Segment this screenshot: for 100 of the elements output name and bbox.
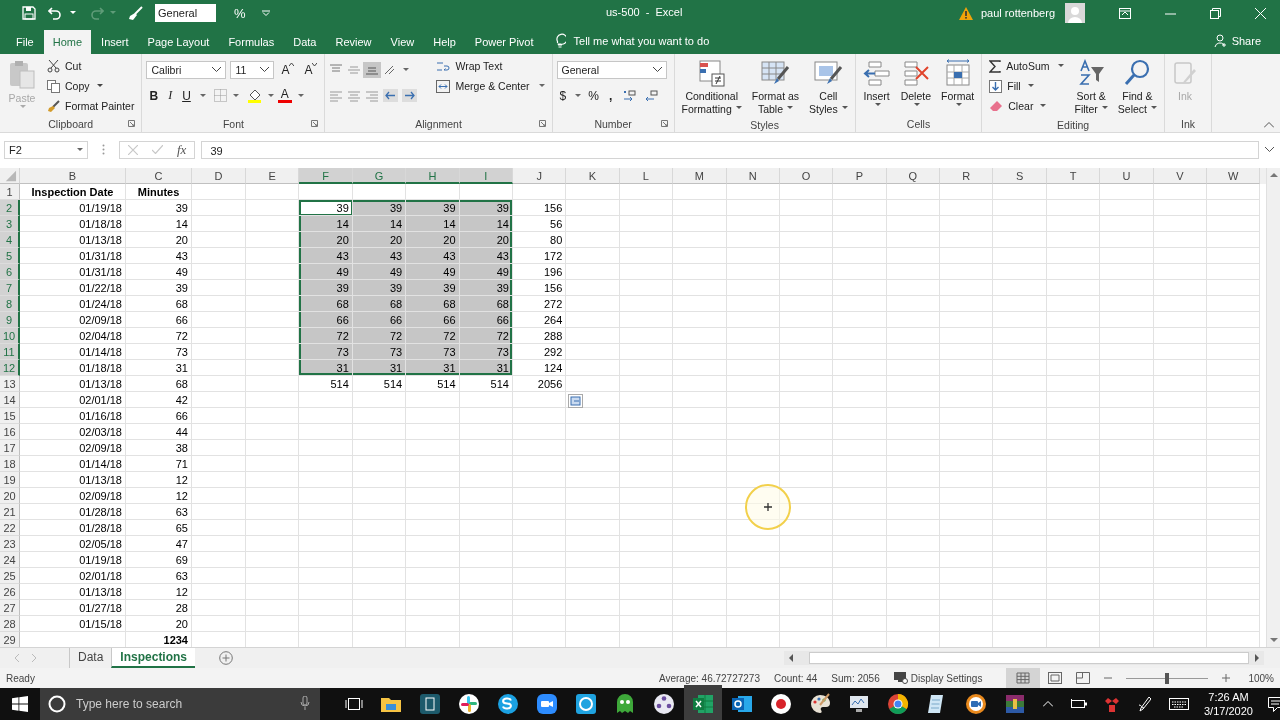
- ribbon-tab[interactable]: Help: [424, 29, 465, 54]
- scroll-down-icon[interactable]: [1269, 638, 1278, 643]
- ribbon-display-icon[interactable]: [1119, 7, 1131, 19]
- merge-center-button[interactable]: Merge & Center: [433, 76, 548, 96]
- count-readout[interactable]: Count: 44: [773, 672, 818, 684]
- lightbulb-icon[interactable]: [553, 31, 566, 48]
- close-icon[interactable]: [1255, 7, 1266, 19]
- caret-icon[interactable]: [70, 11, 76, 16]
- column-header[interactable]: T: [1046, 167, 1101, 184]
- dialog-launcher-icon[interactable]: [311, 119, 319, 127]
- caret-icon[interactable]: [232, 93, 239, 98]
- find-select-button[interactable]: Find & Select: [1114, 56, 1160, 118]
- clock-date[interactable]: 3/17/2020: [1204, 704, 1253, 718]
- align-bottom-icon[interactable]: [363, 61, 382, 78]
- microphone-icon[interactable]: [300, 696, 310, 711]
- ribbon-tab[interactable]: Home: [43, 29, 92, 54]
- format-cells-button[interactable]: Format: [938, 56, 978, 109]
- film-reel-icon[interactable]: [652, 693, 675, 715]
- pen-icon[interactable]: [1137, 696, 1151, 712]
- restore-icon[interactable]: [1210, 7, 1221, 19]
- caret-icon[interactable]: [199, 93, 206, 98]
- ribbon-tab[interactable]: Page Layout: [138, 29, 219, 54]
- shrink-font-button[interactable]: A: [301, 60, 321, 79]
- font-size-dropdown[interactable]: 11: [230, 60, 275, 79]
- sort-filter-button[interactable]: Sort & Filter: [1071, 56, 1111, 118]
- number-format-dropdown[interactable]: General: [556, 60, 667, 79]
- column-header[interactable]: L: [619, 167, 674, 184]
- decrease-indent-icon[interactable]: [383, 89, 399, 103]
- copy-button[interactable]: Copy: [44, 76, 138, 96]
- pinwheel-icon[interactable]: [457, 693, 480, 715]
- save-icon[interactable]: [22, 6, 36, 21]
- column-header[interactable]: C: [126, 167, 192, 184]
- checkmark-icon[interactable]: [152, 145, 163, 155]
- increase-indent-icon[interactable]: [402, 89, 418, 103]
- ribbon-tab[interactable]: Data: [284, 29, 326, 54]
- delete-cells-button[interactable]: Delete: [897, 56, 934, 109]
- column-header[interactable]: O: [779, 167, 834, 184]
- column-header[interactable]: S: [993, 167, 1047, 184]
- percent-button[interactable]: %: [234, 5, 246, 21]
- dialog-launcher-icon[interactable]: [128, 119, 136, 127]
- ribbon-tab[interactable]: File: [7, 29, 43, 54]
- palette-icon[interactable]: [808, 693, 831, 715]
- browser-icon[interactable]: [886, 693, 909, 715]
- page-layout-icon[interactable]: [1048, 672, 1063, 684]
- notification-badge-icon[interactable]: [1105, 696, 1119, 712]
- column-header[interactable]: I: [459, 167, 513, 184]
- keyboard-icon[interactable]: [1169, 698, 1189, 710]
- zoom-in-icon[interactable]: [1222, 674, 1231, 682]
- comma-style-button[interactable]: ,: [605, 86, 616, 105]
- dialog-launcher-icon[interactable]: [660, 119, 668, 127]
- column-header[interactable]: W: [1207, 167, 1261, 184]
- column-header[interactable]: N: [726, 167, 780, 184]
- chat-bubble-icon[interactable]: [496, 693, 519, 715]
- number-format-field[interactable]: General: [155, 4, 216, 23]
- mail-icon[interactable]: [730, 693, 753, 715]
- column-header[interactable]: J: [512, 167, 567, 184]
- insert-cells-button[interactable]: Insert: [859, 56, 894, 109]
- formula-input[interactable]: 39: [201, 140, 1259, 159]
- ribbon-tab[interactable]: Review: [326, 29, 381, 54]
- format-painter-button[interactable]: Format Painter: [44, 96, 138, 116]
- scroll-up-icon[interactable]: [1269, 171, 1278, 177]
- tell-me-search[interactable]: Tell me what you want to do: [573, 27, 710, 54]
- column-header[interactable]: F: [299, 167, 353, 184]
- increase-decimal-icon[interactable]: [623, 89, 638, 102]
- grow-font-button[interactable]: A: [278, 60, 298, 79]
- clock-time[interactable]: 7:26 AM: [1208, 690, 1249, 704]
- column-header[interactable]: Q: [886, 167, 941, 184]
- chevron-up-icon[interactable]: [1043, 701, 1053, 707]
- page-break-icon[interactable]: [1076, 672, 1091, 684]
- font-color-button[interactable]: A: [277, 88, 292, 104]
- currency-button[interactable]: $: [556, 86, 570, 105]
- undo-icon[interactable]: [48, 6, 64, 21]
- bold-button[interactable]: B: [146, 86, 162, 105]
- column-header[interactable]: D: [192, 167, 246, 184]
- caret-icon[interactable]: [575, 93, 582, 98]
- fill-color-icon[interactable]: [246, 88, 262, 104]
- italic-button[interactable]: I: [165, 86, 176, 105]
- conditional-formatting-button[interactable]: Conditional Formatting: [678, 56, 745, 118]
- caret-icon[interactable]: [267, 93, 274, 98]
- percent-style-button[interactable]: %: [585, 86, 602, 105]
- drag-handle-icon[interactable]: [102, 144, 105, 156]
- paintbrush-icon[interactable]: [128, 5, 143, 21]
- task-view-icon[interactable]: [344, 696, 363, 712]
- cell-styles-button[interactable]: Cell Styles: [806, 56, 851, 118]
- normal-view-icon[interactable]: [1006, 668, 1041, 688]
- start-icon[interactable]: [12, 696, 28, 712]
- scroll-left-icon[interactable]: [788, 654, 793, 662]
- horizontal-scrollbar[interactable]: [784, 651, 1264, 665]
- taskbar-search-field[interactable]: Type here to search: [40, 688, 320, 720]
- column-header[interactable]: V: [1153, 167, 1208, 184]
- wrap-text-button[interactable]: Wrap Text: [433, 56, 548, 76]
- average-readout[interactable]: Average: 46.72727273: [658, 672, 760, 684]
- zoom-slider-thumb[interactable]: [1165, 672, 1170, 684]
- ribbon-tab[interactable]: Formulas: [219, 29, 284, 54]
- zoom-level[interactable]: 100%: [1248, 672, 1274, 684]
- camera-icon[interactable]: [964, 693, 987, 715]
- scroll-thumb[interactable]: [809, 652, 1249, 664]
- column-header[interactable]: U: [1100, 167, 1154, 184]
- scroll-right-icon[interactable]: [1255, 654, 1260, 662]
- fill-button[interactable]: Fill: [986, 76, 1068, 96]
